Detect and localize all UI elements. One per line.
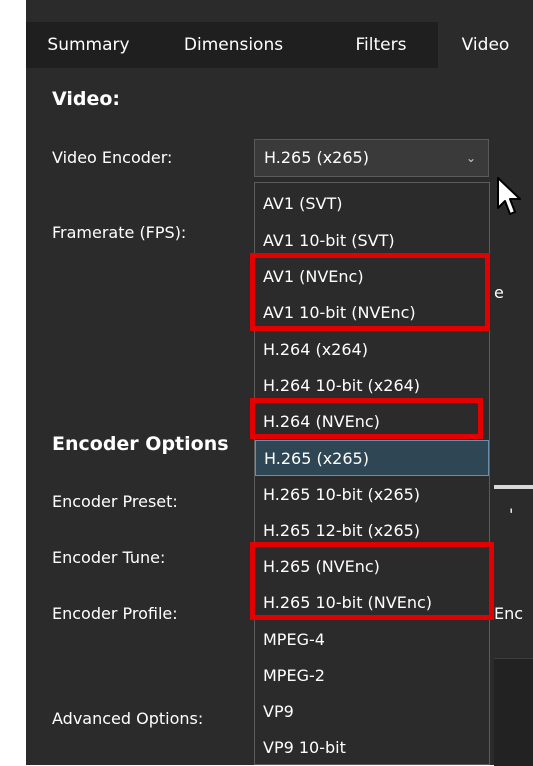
video-encoder-select-value: H.265 (x265) <box>264 148 369 167</box>
encoder-option[interactable]: VP9 10-bit <box>255 730 489 766</box>
tab-filters[interactable]: Filters <box>334 22 428 68</box>
encoder-option[interactable]: H.265 (NVEnc) <box>255 549 489 585</box>
video-encoder-select[interactable]: H.265 (x265) ⌄ <box>254 139 489 177</box>
tab-dimensions[interactable]: Dimensions <box>151 22 316 68</box>
framerate-label: Framerate (FPS): <box>52 223 187 242</box>
encoder-option[interactable]: VP9 <box>255 694 489 730</box>
video-section-title: Video: <box>52 88 121 110</box>
chevron-down-icon: ⌄ <box>465 151 476 165</box>
tab-summary[interactable]: Summary <box>26 22 151 68</box>
encoder-option[interactable]: AV1 10-bit (SVT) <box>255 223 489 259</box>
advanced-options-label: Advanced Options: <box>52 709 204 728</box>
video-encoder-label: Video Encoder: <box>52 148 173 167</box>
encoder-tune-label: Encoder Tune: <box>52 548 166 567</box>
encoder-option[interactable]: H.264 (x264) <box>255 332 489 368</box>
encoder-option[interactable]: H.265 10-bit (x265) <box>255 477 489 513</box>
encoder-option[interactable]: AV1 (SVT) <box>255 186 489 222</box>
encoder-option[interactable]: AV1 10-bit (NVEnc) <box>255 295 489 331</box>
encoder-option[interactable]: H.264 (NVEnc) <box>255 404 489 440</box>
encoder-option[interactable]: MPEG-2 <box>255 658 489 694</box>
video-encoder-dropdown[interactable]: AV1 (SVT) AV1 10-bit (SVT) AV1 (NVEnc) A… <box>254 182 490 765</box>
partial-text-e: e <box>494 283 504 302</box>
encoder-profile-label: Encoder Profile: <box>52 604 178 623</box>
encoder-option-selected[interactable]: H.265 (x265) <box>255 440 489 476</box>
mouse-pointer-icon <box>497 177 521 215</box>
tab-bar: Summary Dimensions Filters Video <box>26 22 533 68</box>
partial-text-enc: Enc <box>494 604 524 623</box>
encoder-option[interactable]: MPEG-4 <box>255 622 489 658</box>
advanced-options-box[interactable] <box>494 658 533 766</box>
partial-text-quote: ' <box>509 505 514 524</box>
encoder-preset-label: Encoder Preset: <box>52 492 178 511</box>
preset-slider-track[interactable] <box>494 485 533 489</box>
encoder-options-title: Encoder Options <box>52 433 229 455</box>
tab-video[interactable]: Video <box>438 22 533 68</box>
encoder-option[interactable]: H.265 10-bit (NVEnc) <box>255 585 489 621</box>
encoder-option[interactable]: H.265 12-bit (x265) <box>255 513 489 549</box>
encoder-option[interactable]: H.264 10-bit (x264) <box>255 368 489 404</box>
encoder-option[interactable]: AV1 (NVEnc) <box>255 259 489 295</box>
